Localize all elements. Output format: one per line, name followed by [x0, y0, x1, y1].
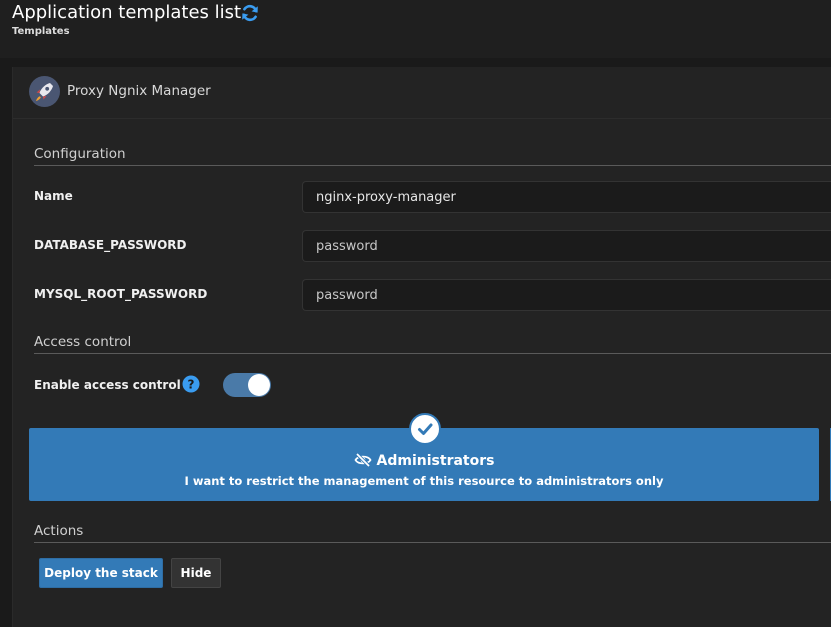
administrators-description: I want to restrict the management of thi… — [184, 474, 664, 488]
access-control-toggle[interactable] — [223, 373, 271, 397]
svg-text:?: ? — [188, 378, 195, 392]
section-divider — [34, 165, 831, 166]
header-bar: Application templates list Templates — [0, 0, 831, 58]
enable-access-control-label: Enable access control — [34, 378, 181, 392]
mysql-root-password-label: MYSQL_ROOT_PASSWORD — [34, 287, 208, 301]
name-input[interactable] — [302, 181, 831, 213]
eye-slash-icon — [354, 453, 372, 467]
configuration-title: Configuration — [34, 146, 126, 162]
template-name: Proxy Ngnix Manager — [67, 83, 211, 99]
deploy-stack-button[interactable]: Deploy the stack — [39, 558, 163, 588]
template-panel: Proxy Ngnix Manager Configuration Name D… — [12, 67, 831, 627]
rocket-icon — [29, 76, 60, 107]
administrators-option-title: Administrators — [29, 450, 819, 469]
hide-button[interactable]: Hide — [171, 558, 221, 588]
administrators-title: Administrators — [376, 453, 495, 469]
breadcrumb: Templates — [12, 26, 70, 37]
refresh-icon[interactable] — [240, 3, 260, 23]
database-password-input[interactable] — [302, 230, 831, 262]
section-divider — [34, 353, 831, 354]
page-title: Application templates list — [12, 2, 242, 23]
check-circle-icon — [409, 413, 441, 445]
question-circle-icon[interactable]: ? — [182, 375, 200, 393]
database-password-label: DATABASE_PASSWORD — [34, 238, 187, 252]
mysql-root-password-input[interactable] — [302, 279, 831, 311]
section-divider — [34, 542, 831, 543]
name-label: Name — [34, 189, 73, 203]
access-control-title: Access control — [34, 334, 132, 350]
toggle-knob — [248, 374, 270, 396]
actions-title: Actions — [34, 523, 84, 539]
divider — [13, 118, 831, 119]
